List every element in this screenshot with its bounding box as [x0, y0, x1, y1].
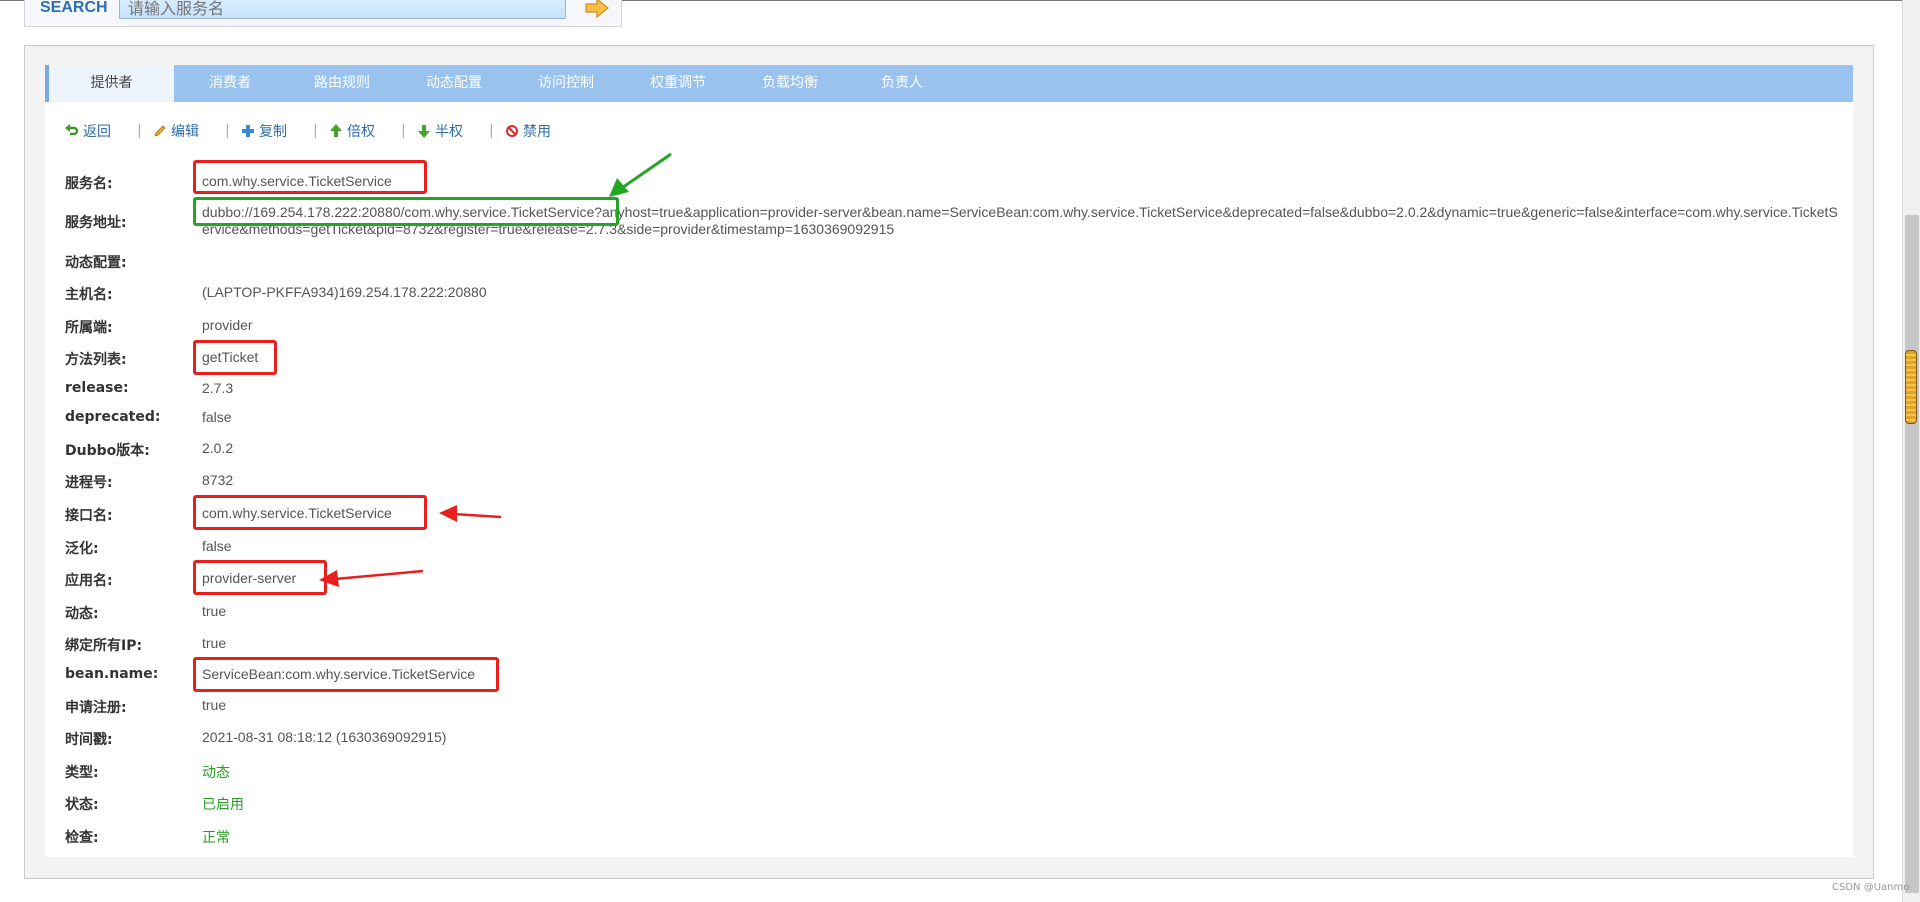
disable-link[interactable]: 禁用 [505, 121, 551, 141]
highlight-bean-name [193, 657, 499, 692]
release-label: release: [65, 380, 129, 396]
host-value: (LAPTOP-PKFFA934)169.254.178.222:20880 [202, 284, 487, 300]
pencil-icon [154, 125, 166, 137]
green-arrow-icon [609, 152, 672, 197]
generic-value: false [202, 538, 232, 554]
search-input[interactable] [119, 0, 566, 19]
check-value: 正常 [202, 830, 230, 846]
back-link[interactable]: 返回 [65, 121, 111, 141]
copy-label: 复制 [259, 124, 287, 140]
toolbar-separator: | [225, 123, 230, 139]
bean-name-label: bean.name: [65, 666, 159, 682]
arrow-down-icon [418, 125, 430, 138]
highlight-methods [193, 340, 277, 375]
half-weight-label: 半权 [435, 124, 463, 140]
back-label: 返回 [83, 124, 111, 140]
half-weight-link[interactable]: 半权 [417, 121, 463, 141]
scrollbar-grip-icon[interactable] [1905, 350, 1917, 424]
arrow-return-icon [65, 124, 79, 136]
vertical-scrollbar[interactable] [1902, 0, 1920, 902]
register-label: 申请注册: [65, 700, 127, 716]
dubbo-version-value: 2.0.2 [202, 440, 234, 456]
deprecated-label: deprecated: [65, 409, 161, 425]
toolbar-separator: | [313, 123, 318, 139]
red-arrow-icon [319, 569, 424, 587]
methods-label: 方法列表: [65, 352, 127, 368]
tab-owners[interactable]: 负责人 [846, 65, 958, 102]
disable-label: 禁用 [523, 124, 551, 140]
application-label: 应用名: [65, 573, 113, 589]
provider-detail-card: 提供者 消费者 路由规则 动态配置 访问控制 权重调节 负载均衡 负责人 返回 … [45, 65, 1853, 857]
provider-panel: 提供者 消费者 路由规则 动态配置 访问控制 权重调节 负载均衡 负责人 返回 … [24, 45, 1874, 879]
release-value: 2.7.3 [202, 380, 234, 396]
toolbar-separator: | [489, 123, 494, 139]
tab-routes[interactable]: 路由规则 [286, 65, 398, 102]
double-weight-label: 倍权 [347, 124, 375, 140]
type-value: 动态 [202, 765, 230, 781]
tab-access-control[interactable]: 访问控制 [510, 65, 622, 102]
search-bar: SEARCH [24, 0, 622, 27]
watermark: CSDN @Uanmo [1832, 882, 1910, 893]
highlight-service-name [193, 160, 427, 194]
plus-icon [242, 125, 254, 137]
highlight-interface [193, 495, 427, 530]
tab-providers[interactable]: 提供者 [49, 65, 174, 102]
pid-value: 8732 [202, 472, 234, 488]
pid-label: 进程号: [65, 475, 113, 491]
check-label: 检查: [65, 830, 99, 846]
dynamic-value: true [202, 603, 227, 619]
forbidden-icon [506, 125, 518, 137]
highlight-service-address [193, 197, 619, 226]
tab-weights[interactable]: 权重调节 [622, 65, 734, 102]
arrow-up-icon [330, 124, 342, 137]
service-name-label: 服务名: [65, 176, 113, 192]
generic-label: 泛化: [65, 541, 99, 557]
tab-load-balance[interactable]: 负载均衡 [734, 65, 846, 102]
tab-bar: 提供者 消费者 路由规则 动态配置 访问控制 权重调节 负载均衡 负责人 [45, 65, 1853, 102]
tab-consumers[interactable]: 消费者 [174, 65, 286, 102]
status-label: 状态: [65, 797, 99, 813]
status-value: 已启用 [202, 797, 244, 813]
type-label: 类型: [65, 765, 99, 781]
search-label: SEARCH [40, 0, 108, 16]
toolbar-separator: | [401, 123, 406, 139]
dubbo-version-label: Dubbo版本: [65, 443, 150, 459]
service-address-label: 服务地址: [65, 215, 127, 231]
copy-link[interactable]: 复制 [241, 121, 287, 141]
highlight-application [193, 560, 327, 595]
edit-label: 编辑 [171, 124, 199, 140]
tab-dynamic-config[interactable]: 动态配置 [398, 65, 510, 102]
double-weight-link[interactable]: 倍权 [329, 121, 375, 141]
anyhost-label: 绑定所有IP: [65, 638, 143, 654]
side-value: provider [202, 317, 253, 333]
timestamp-value: 2021-08-31 08:18:12 (1630369092915) [202, 729, 447, 745]
toolbar-separator: | [137, 123, 142, 139]
dynamic-label: 动态: [65, 606, 99, 622]
scrollbar-thumb[interactable] [1905, 215, 1919, 893]
side-label: 所属端: [65, 320, 113, 336]
register-value: true [202, 697, 227, 713]
search-go-icon[interactable] [584, 0, 610, 20]
anyhost-value: true [202, 635, 227, 651]
edit-link[interactable]: 编辑 [153, 121, 199, 141]
deprecated-value: false [202, 409, 232, 425]
host-label: 主机名: [65, 287, 113, 303]
dynamic-config-label: 动态配置: [65, 255, 127, 271]
interface-label: 接口名: [65, 508, 113, 524]
timestamp-label: 时间戳: [65, 732, 113, 748]
red-arrow-icon [439, 505, 502, 522]
